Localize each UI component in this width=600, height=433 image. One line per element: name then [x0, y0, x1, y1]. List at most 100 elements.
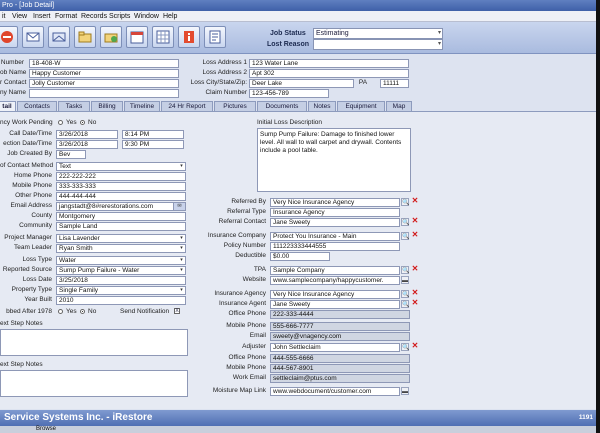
referral-contact-field[interactable]: Jane Sweety: [270, 218, 400, 227]
tab-billing[interactable]: Billing: [91, 101, 123, 111]
lost-reason-dropdown[interactable]: ▾: [313, 39, 443, 50]
agent-office-phone-label: Office Phone: [228, 310, 266, 317]
ins-agency-field[interactable]: Very Nice Insurance Agency: [270, 290, 400, 299]
link-icon[interactable]: ▬: [401, 276, 409, 284]
created-by-field[interactable]: Bev: [56, 150, 86, 159]
search-icon[interactable]: 🔍: [401, 218, 409, 226]
no-entry-icon[interactable]: [0, 26, 18, 48]
reported-source-dropdown[interactable]: Sump Pump Failure - Water ▾: [56, 266, 186, 275]
tab-equipment[interactable]: Equipment: [337, 101, 385, 111]
built-after-yes-radio[interactable]: [58, 309, 63, 314]
menu-records[interactable]: Records: [81, 12, 107, 21]
contact-label: r Contact: [0, 79, 27, 86]
send-notification-checkbox[interactable]: X: [174, 308, 180, 314]
mobile-phone-field[interactable]: 333-333-333: [56, 182, 186, 191]
calendar-icon[interactable]: [126, 26, 148, 48]
note-icon[interactable]: [204, 26, 226, 48]
tpa-field[interactable]: Sample Company: [270, 266, 400, 275]
close-icon[interactable]: ✕: [411, 231, 419, 239]
email-field[interactable]: jangstadt@8#rerestorations.com ✉: [56, 202, 186, 211]
search-icon[interactable]: 🔍: [401, 198, 409, 206]
tab-timeline[interactable]: Timeline: [124, 101, 160, 111]
emergency-yes-radio[interactable]: [58, 120, 63, 125]
emergency-no-radio[interactable]: [80, 120, 85, 125]
tab-notes[interactable]: Notes: [308, 101, 336, 111]
tab-tasks[interactable]: Tasks: [58, 101, 90, 111]
tab-contacts[interactable]: Contacts: [17, 101, 57, 111]
website-field[interactable]: www.samplecompany/happycustomer.: [270, 276, 400, 285]
built-after-no-radio[interactable]: [80, 309, 85, 314]
tab-documents[interactable]: Documents: [257, 101, 307, 111]
menu-edit[interactable]: it: [2, 12, 6, 21]
menu-scripts[interactable]: Scripts: [109, 12, 130, 21]
search-icon[interactable]: 🔍: [401, 300, 409, 308]
spreadsheet-icon[interactable]: [152, 26, 174, 48]
loss-address1-field[interactable]: 123 Water Lane: [249, 59, 409, 68]
loss-description-field[interactable]: Sump Pump Failure: Damage to finished lo…: [257, 128, 411, 192]
tab-detail[interactable]: tail: [0, 101, 16, 111]
policy-field[interactable]: 111223333444555: [270, 242, 400, 251]
call-date-field[interactable]: 3/26/2018: [56, 130, 118, 139]
referral-type-field[interactable]: Insurance Agency: [270, 208, 400, 217]
referred-by-field[interactable]: Very Nice Insurance Agency: [270, 198, 400, 207]
tab-24hr-report[interactable]: 24 Hr Report: [161, 101, 213, 111]
link-icon[interactable]: ▬: [401, 387, 409, 395]
close-icon[interactable]: ✕: [411, 197, 419, 205]
search-icon[interactable]: 🔍: [401, 290, 409, 298]
loss-state-value[interactable]: PA: [356, 78, 370, 87]
add-folder-icon[interactable]: [100, 26, 122, 48]
home-phone-field[interactable]: 222-222-222: [56, 172, 186, 181]
tab-pictures[interactable]: Pictures: [214, 101, 256, 111]
property-type-dropdown[interactable]: Single Family ▾: [56, 286, 186, 295]
menu-format[interactable]: Format: [55, 12, 77, 21]
menu-help[interactable]: Help: [163, 12, 177, 21]
loss-city-field[interactable]: Deer Lake: [249, 79, 354, 88]
number-field[interactable]: 18-408-W: [29, 59, 179, 68]
project-manager-dropdown[interactable]: Lisa Lavender ▾: [56, 234, 186, 243]
inspection-date-field[interactable]: 3/26/2018: [56, 140, 118, 149]
envelope-icon[interactable]: [48, 26, 70, 48]
next-step-notes-field[interactable]: [0, 329, 188, 356]
community-field[interactable]: Sample Land: [56, 222, 186, 231]
loss-address2-field[interactable]: Apt 302: [249, 69, 409, 78]
call-time-field[interactable]: 8:14 PM: [122, 130, 184, 139]
next-step-notes-field-2[interactable]: [0, 370, 188, 397]
contact-field[interactable]: Jolly Customer: [29, 79, 179, 88]
job-name-field[interactable]: Happy Customer: [29, 69, 179, 78]
claim-field[interactable]: 123-456-789: [249, 89, 329, 98]
close-icon[interactable]: ✕: [411, 265, 419, 273]
inspection-time-field[interactable]: 9:30 PM: [122, 140, 184, 149]
loss-type-dropdown[interactable]: Water ▾: [56, 256, 186, 265]
info-icon[interactable]: [178, 26, 200, 48]
search-icon[interactable]: 🔍: [401, 232, 409, 240]
close-icon[interactable]: ✕: [411, 299, 419, 307]
built-after-no-label: No: [88, 308, 97, 315]
browse-mode-label[interactable]: Browse: [36, 426, 56, 433]
email-icon[interactable]: ✉: [173, 203, 185, 210]
loss-zip-field[interactable]: 11111: [380, 79, 409, 88]
menu-window[interactable]: Window: [134, 12, 159, 21]
year-built-field[interactable]: 2010: [56, 296, 186, 305]
folder-icon[interactable]: [74, 26, 96, 48]
moisture-map-field[interactable]: www.webdocument/customer.com: [270, 387, 400, 396]
loss-date-field[interactable]: 3/25/2018: [56, 276, 186, 285]
mail-icon[interactable]: [22, 26, 44, 48]
contact-method-dropdown[interactable]: Text ▾: [56, 162, 186, 171]
tab-map[interactable]: Map: [386, 101, 412, 111]
job-status-dropdown[interactable]: Estimating ▾: [313, 28, 443, 39]
adjuster-field[interactable]: John Settleclaim: [270, 343, 400, 352]
other-phone-field[interactable]: 444-444-444: [56, 192, 186, 201]
search-icon[interactable]: 🔍: [401, 343, 409, 351]
close-icon[interactable]: ✕: [411, 342, 419, 350]
county-field[interactable]: Montgomery: [56, 212, 186, 221]
search-icon[interactable]: 🔍: [401, 266, 409, 274]
insurance-company-field[interactable]: Protect You Insurance - Main: [270, 232, 400, 241]
company-field[interactable]: [29, 89, 179, 98]
menu-view[interactable]: View: [12, 12, 27, 21]
team-leader-dropdown[interactable]: Ryan Smith ▾: [56, 244, 186, 253]
close-icon[interactable]: ✕: [411, 289, 419, 297]
deductible-field[interactable]: $0.00: [270, 252, 330, 261]
menu-insert[interactable]: Insert: [33, 12, 51, 21]
ins-agent-field[interactable]: Jane Sweety: [270, 300, 400, 309]
close-icon[interactable]: ✕: [411, 217, 419, 225]
